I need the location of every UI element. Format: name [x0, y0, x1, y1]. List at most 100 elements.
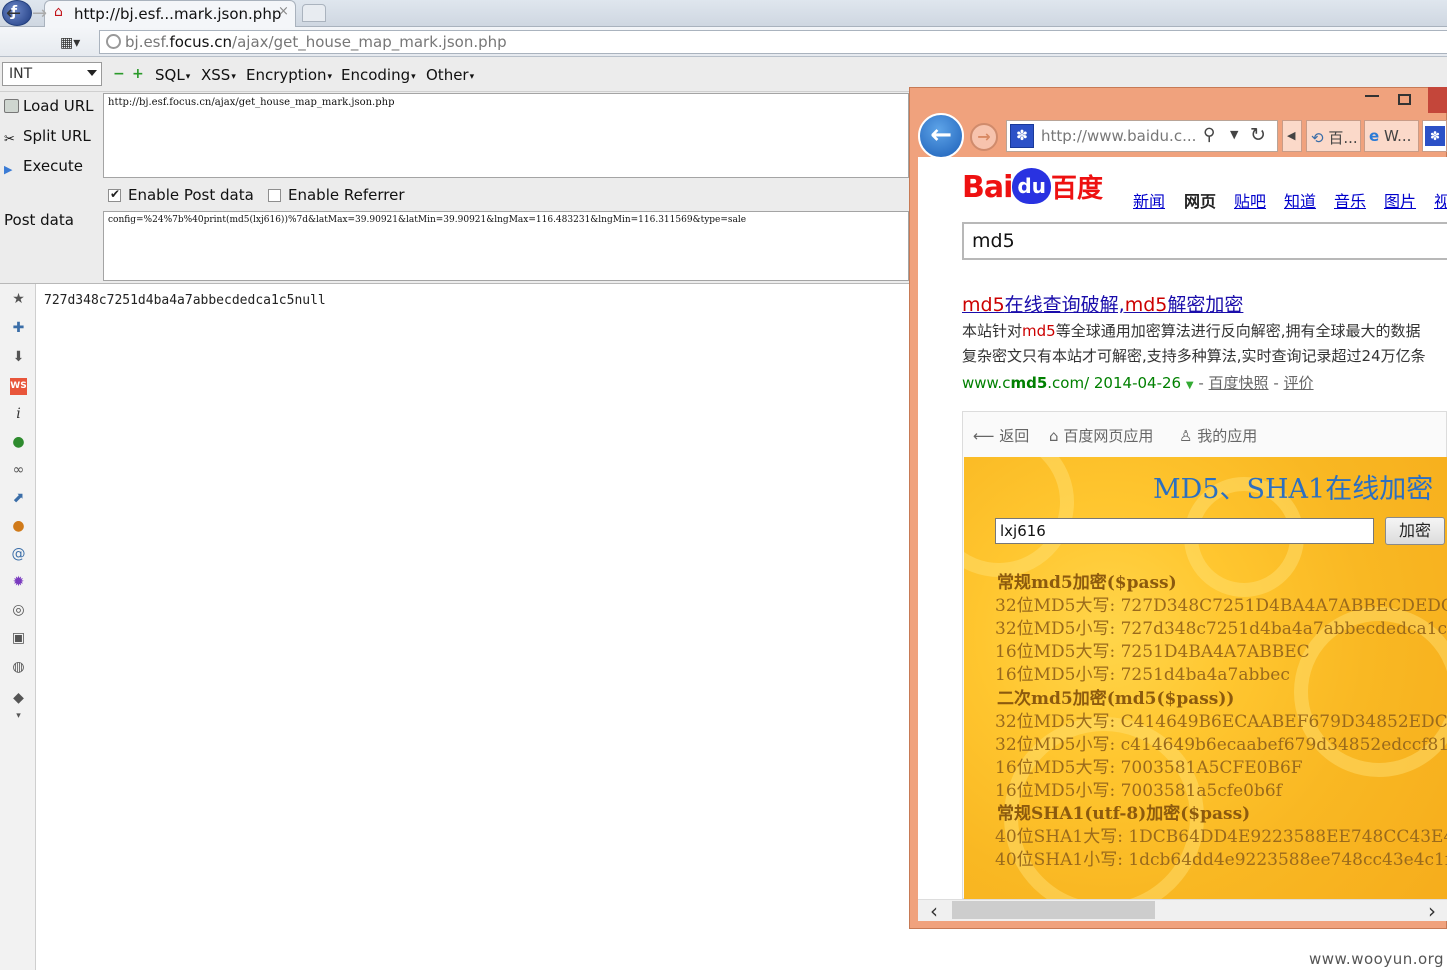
- scroll-left-icon[interactable]: ‹: [930, 899, 938, 923]
- split-url-button[interactable]: ✂ Split URL: [4, 127, 91, 147]
- nav-music[interactable]: 音乐: [1334, 188, 1366, 212]
- md5-result-line: 16位MD5小写: 7003581a5cfe0b6f: [995, 781, 1282, 801]
- md5-result-line: 40位SHA1大写: 1DCB64DD4E9223588EE748CC43E4C…: [995, 827, 1447, 847]
- menu-sql[interactable]: SQL: [155, 66, 190, 84]
- menu-encryption[interactable]: Encryption: [246, 66, 332, 84]
- globe-settings-icon[interactable]: ◍: [10, 659, 27, 676]
- info-icon[interactable]: i: [10, 406, 27, 423]
- minimize-icon[interactable]: [1365, 95, 1379, 97]
- house-icon: ⌂: [54, 4, 63, 20]
- search-icon[interactable]: ⚲: [1203, 125, 1215, 145]
- url-textarea[interactable]: http://bj.esf.focus.cn/ajax/get_house_ma…: [103, 93, 909, 178]
- md5-result-line: 32位MD5大写: C414649B6ECAABEF679D34852EDCCF…: [995, 712, 1447, 732]
- response-output: 727d348c7251d4ba4a7abbecdedca1c5null: [44, 293, 326, 308]
- md5-result-line: 16位MD5小写: 7251d4ba4a7abbec: [995, 665, 1290, 685]
- tab-scroll-left[interactable]: ◀: [1282, 120, 1302, 152]
- download-icon[interactable]: ⬇: [10, 349, 27, 366]
- new-tab-button[interactable]: [302, 4, 326, 22]
- palette-icon[interactable]: ◎: [10, 602, 27, 619]
- nav-tieba[interactable]: 贴吧: [1234, 188, 1266, 212]
- baidu-paw-icon: ✽: [1010, 124, 1034, 148]
- more-chevron-icon[interactable]: ▾: [10, 708, 27, 725]
- md5-section-heading: 二次md5加密(md5($pass)): [997, 689, 1235, 709]
- encrypt-button[interactable]: 加密: [1385, 517, 1445, 545]
- app-web-link[interactable]: ⌂ 百度网页应用: [1049, 425, 1153, 446]
- snapshot-link[interactable]: 百度快照: [1209, 374, 1269, 392]
- enable-referrer-checkbox[interactable]: [268, 189, 281, 202]
- decor-ring: [964, 457, 1074, 577]
- scrollbar-thumb[interactable]: [952, 901, 1155, 919]
- close-icon[interactable]: [1428, 87, 1447, 113]
- enable-referrer-label: Enable Referrer: [288, 186, 405, 204]
- star-icon[interactable]: ★: [10, 291, 27, 308]
- home-icon: ⌂: [1049, 427, 1059, 445]
- firebug-icon[interactable]: ●: [10, 518, 27, 535]
- swirl-icon[interactable]: @: [10, 546, 27, 563]
- enable-post-checkbox[interactable]: ✔: [108, 187, 121, 202]
- enable-post-label: Enable Post data: [128, 186, 254, 204]
- maximize-icon[interactable]: [1398, 94, 1411, 105]
- inspect-icon[interactable]: ⬈: [10, 490, 27, 507]
- md5-result-line: 32位MD5大写: 727D348C7251D4BA4A7ABBECDEDCA1…: [995, 596, 1447, 616]
- dropdown-arrow-icon[interactable]: ▼: [1186, 380, 1194, 391]
- back-arrow-icon[interactable]: ←: [6, 5, 21, 23]
- result-desc-line-2: 复杂密文只有本站才可解密,支持多种算法,实时查询记录超过24万亿条: [962, 347, 1426, 365]
- minus-icon[interactable]: −: [113, 66, 125, 82]
- load-url-button[interactable]: Load URL: [4, 97, 94, 115]
- play-icon: ▶: [4, 163, 13, 176]
- nav-news[interactable]: 新闻: [1133, 188, 1165, 212]
- refresh-icon[interactable]: ↻: [1250, 124, 1266, 146]
- md5-input[interactable]: lxj616: [995, 518, 1374, 544]
- md5-result-line: 40位SHA1小写: 1dcb64dd4e9223588ee748cc43e4c…: [995, 850, 1447, 870]
- md5-tool-title: MD5、SHA1在线加密: [1153, 474, 1434, 505]
- scroll-right-icon[interactable]: ›: [1428, 899, 1436, 923]
- baidu-search-input[interactable]: md5: [962, 222, 1447, 260]
- ie-forward-button[interactable]: →: [970, 123, 998, 151]
- layout-icon[interactable]: ▣: [10, 630, 27, 647]
- ws-icon[interactable]: WS: [10, 378, 27, 395]
- ie-tab-active[interactable]: ✽: [1422, 120, 1447, 152]
- menu-encoding[interactable]: Encoding: [341, 66, 416, 84]
- address-text[interactable]: bj.esf.focus.cn/ajax/get_house_map_mark.…: [125, 33, 507, 51]
- scissors-icon: ✂: [4, 132, 15, 147]
- user-icon: ♙: [1179, 427, 1193, 445]
- tab-close-icon[interactable]: ×: [278, 4, 289, 19]
- forward-arrow-icon[interactable]: →: [32, 5, 47, 23]
- link-icon[interactable]: ∞: [10, 462, 27, 479]
- menu-xss[interactable]: XSS: [201, 66, 236, 84]
- plus-icon[interactable]: +: [132, 66, 144, 82]
- nav-images[interactable]: 图片: [1384, 188, 1416, 212]
- tab-title: http://bj.esf...mark.json.php: [74, 5, 282, 23]
- puzzle-icon[interactable]: ✚: [10, 320, 27, 337]
- ie-logo-icon: e: [1369, 127, 1380, 145]
- result-title-link[interactable]: md5在线查询破解,md5解密加密: [962, 290, 1243, 317]
- grid-menu-icon[interactable]: ▦▾: [60, 34, 80, 52]
- ie-tab-w[interactable]: e W...: [1364, 120, 1419, 152]
- menu-other[interactable]: Other: [426, 66, 474, 84]
- result-desc-line-1: 本站针对md5等全球通用加密算法进行反向解密,拥有全球最大的数据: [962, 322, 1421, 340]
- ie-back-button[interactable]: ←: [918, 113, 964, 159]
- dropdown-icon[interactable]: ▼: [1230, 128, 1238, 141]
- app-mine-link[interactable]: ♙ 我的应用: [1179, 425, 1257, 446]
- watermark: www.wooyun.org: [1309, 950, 1445, 968]
- post-data-label: Post data: [4, 211, 74, 229]
- app-back-link[interactable]: ⟵ 返回: [973, 425, 1029, 446]
- bug-icon[interactable]: ✹: [10, 574, 27, 591]
- nav-zhidao[interactable]: 知道: [1284, 188, 1316, 212]
- baidu-logo[interactable]: Bai du 百度: [962, 168, 1103, 212]
- globe-icon: [106, 34, 121, 49]
- tag-icon[interactable]: ◆: [10, 690, 27, 707]
- chevron-down-icon[interactable]: [87, 70, 97, 76]
- md5-result-line: 32位MD5小写: c414649b6ecaabef679d34852edccf…: [995, 735, 1447, 755]
- ie-address-text[interactable]: http://www.baidu.c...: [1041, 127, 1196, 145]
- nav-video[interactable]: 视: [1434, 188, 1447, 212]
- nav-web[interactable]: 网页: [1184, 188, 1216, 212]
- execute-button[interactable]: ▶ Execute: [4, 157, 83, 177]
- result-url: www.cmd5.com/ 2014-04-26 ▼ - 百度快照 - 评价: [962, 374, 1314, 392]
- md5-section-heading: 常规md5加密($pass): [997, 573, 1177, 593]
- ie-tab-baidu[interactable]: ⟲ 百...: [1306, 120, 1361, 152]
- rating-link[interactable]: 评价: [1284, 374, 1314, 392]
- green-circle-icon[interactable]: ●: [10, 434, 27, 451]
- md5-result-line: 32位MD5小写: 727d348c7251d4ba4a7abbecdedca1…: [995, 619, 1447, 639]
- post-data-textarea[interactable]: config=%24%7b%40print(md5(lxj616))%7d&la…: [103, 211, 909, 281]
